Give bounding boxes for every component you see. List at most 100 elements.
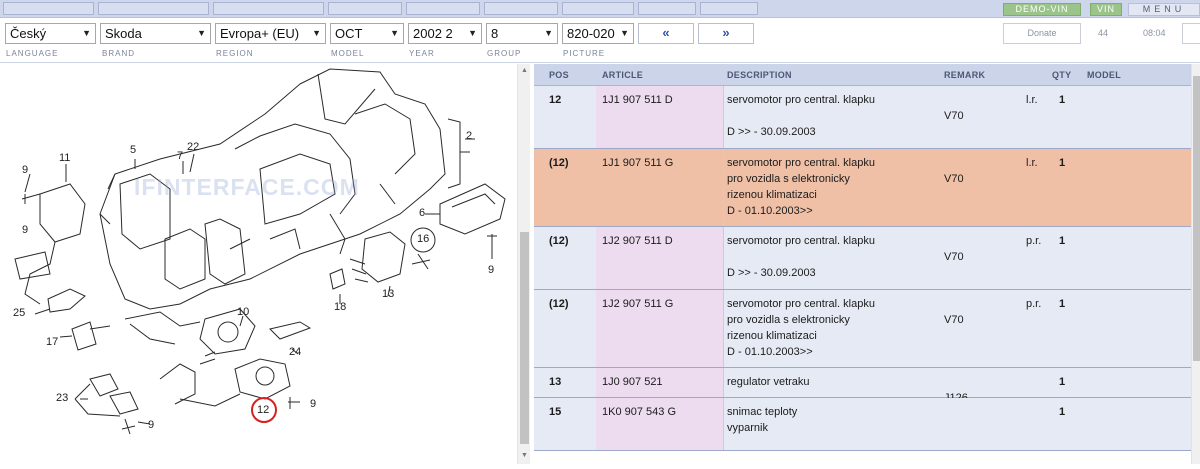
scroll-down-icon[interactable]: ▼ <box>521 452 528 459</box>
callout-9[interactable]: 9 <box>488 264 494 276</box>
vin-button[interactable]: VIN <box>1090 3 1122 16</box>
brand-caption: BRAND <box>102 49 136 58</box>
next-picture-button[interactable]: » <box>698 23 754 44</box>
diagram-scrollbar[interactable]: ▲ ▼ <box>517 64 530 464</box>
column-description[interactable]: DESCRIPTION <box>727 70 792 80</box>
description-line: pro vozidla s elektronicky <box>727 314 850 326</box>
column-divider <box>723 398 724 450</box>
callout-22[interactable]: 22 <box>187 141 199 153</box>
toolbar-tab[interactable] <box>98 2 209 15</box>
toolbar-tab[interactable] <box>3 2 94 15</box>
description-line: regulator vetraku <box>727 376 810 388</box>
callout-13[interactable]: 13 <box>382 288 394 300</box>
watermark-text: IFINTERFACE.COM <box>134 174 360 200</box>
description-line <box>727 249 875 265</box>
description-line: D - 01.10.2003>> <box>727 205 813 217</box>
side-cell: l.r. <box>1026 94 1038 106</box>
pos-cell: 13 <box>549 376 562 388</box>
pos-cell: (12) <box>549 235 569 247</box>
column-model[interactable]: MODEL <box>1087 70 1121 80</box>
column-article[interactable]: ARTICLE <box>602 70 643 80</box>
article-cell[interactable]: 1K0 907 543 G <box>602 404 676 420</box>
callout-7[interactable]: 7 <box>177 150 183 162</box>
callout-2[interactable]: 2 <box>466 130 472 142</box>
side-cell: p.r. <box>1026 298 1042 310</box>
remark-cell: V70 <box>944 173 964 185</box>
column-remark[interactable]: REMARK <box>944 70 985 80</box>
chevron-down-icon: ▼ <box>620 28 629 38</box>
picture-select[interactable]: 820-020 ▼ <box>562 23 634 44</box>
callout-9[interactable]: 9 <box>22 224 28 236</box>
group-caption: GROUP <box>487 49 522 58</box>
description-line: D >> - 30.09.2003 <box>727 267 816 279</box>
year-select[interactable]: 2002 2 ▼ <box>408 23 482 44</box>
toolbar-tab[interactable] <box>406 2 480 15</box>
article-cell[interactable]: 1J1 907 511 D <box>602 92 673 108</box>
extra-input[interactable] <box>1182 23 1200 44</box>
column-pos[interactable]: POS <box>549 70 569 80</box>
toolbar-tab[interactable] <box>484 2 558 15</box>
language-select-value: Český <box>10 26 47 41</box>
callout-17[interactable]: 17 <box>46 336 58 348</box>
callout-10[interactable]: 10 <box>237 306 249 318</box>
donate-button[interactable]: Donate <box>1003 23 1081 44</box>
toolbar-tab[interactable] <box>328 2 402 15</box>
callout-24[interactable]: 24 <box>289 346 301 358</box>
article-cell[interactable]: 1J0 907 521 <box>602 374 663 390</box>
callout-9[interactable]: 9 <box>310 398 316 410</box>
region-caption: REGION <box>216 49 254 58</box>
callout-25[interactable]: 25 <box>13 307 25 319</box>
callout-6[interactable]: 6 <box>419 207 425 219</box>
table-row[interactable]: (12) 1J1 907 511 G servomotor pro central.… <box>534 149 1191 227</box>
model-select[interactable]: OCT ▼ <box>330 23 404 44</box>
callout-9[interactable]: 9 <box>22 164 28 176</box>
chevron-down-icon: ▼ <box>468 28 477 38</box>
article-cell[interactable]: 1J2 907 511 D <box>602 233 673 249</box>
column-divider <box>723 368 724 397</box>
picture-caption: PICTURE <box>563 49 606 58</box>
table-row[interactable]: 131J0 907 521regulator vetrakuJ1261 <box>534 368 1191 404</box>
previous-picture-button[interactable]: « <box>638 23 694 44</box>
callout-23[interactable]: 23 <box>56 392 68 404</box>
article-cell[interactable]: 1J2 907 511 G <box>602 296 673 312</box>
model-select-value: OCT <box>335 26 363 41</box>
chevron-down-icon: ▼ <box>82 28 91 38</box>
callout-11[interactable]: 11 <box>59 152 70 164</box>
article-cell[interactable]: 1J1 907 511 G <box>602 155 673 171</box>
scrollbar-thumb[interactable] <box>520 232 529 444</box>
year-select-value: 2002 2 <box>413 26 453 41</box>
toolbar-tab[interactable] <box>562 2 634 15</box>
callout-12-selected[interactable]: 12 <box>257 404 269 416</box>
description-cell: servomotor pro central. klapku pro vozidl… <box>727 155 875 219</box>
parts-diagram[interactable]: IFINTERFACE.COM 2 5 7 22 11 9 6 16 9 13 … <box>0 64 517 464</box>
remark-cell: V70 <box>944 110 964 122</box>
table-scrollbar[interactable] <box>1191 64 1200 464</box>
table-row[interactable]: (12) 1J2 907 511 G servomotor pro central.… <box>534 290 1191 368</box>
qty-cell: 1 <box>1059 94 1066 106</box>
chevron-down-icon: ▼ <box>312 28 321 38</box>
column-qty[interactable]: QTY <box>1052 70 1071 80</box>
callout-18[interactable]: 18 <box>334 301 346 313</box>
toolbar-tab[interactable] <box>638 2 696 15</box>
callout-5[interactable]: 5 <box>130 144 136 156</box>
group-select[interactable]: 8 ▼ <box>486 23 558 44</box>
scroll-up-icon[interactable]: ▲ <box>521 67 528 74</box>
brand-select[interactable]: Skoda ▼ <box>100 23 211 44</box>
toolbar-tab[interactable] <box>213 2 324 15</box>
toolbar-tab[interactable] <box>700 2 758 15</box>
region-select[interactable]: Evropa+ (EU) ▼ <box>215 23 326 44</box>
top-toolbar: DEMO-VIN VIN MENU <box>0 0 1200 18</box>
table-row[interactable]: 12 1J1 907 511 D servomotor pro central. k… <box>534 86 1191 149</box>
demo-vin-button[interactable]: DEMO-VIN <box>1003 3 1081 16</box>
callout-16[interactable]: 16 <box>417 233 429 245</box>
table-row[interactable]: 15 1K0 907 543 G snimac teploty vyparnik 1 <box>534 398 1191 451</box>
description-line: servomotor pro central. klapku <box>727 157 875 169</box>
menu-button[interactable]: MENU <box>1128 3 1200 16</box>
scrollbar-thumb[interactable] <box>1193 76 1200 361</box>
description-cell: snimac teploty vyparnik <box>727 404 797 436</box>
description-line <box>727 108 875 124</box>
table-row[interactable]: (12) 1J2 907 511 D servomotor pro central.… <box>534 227 1191 290</box>
callout-9[interactable]: 9 <box>148 419 154 431</box>
model-caption: MODEL <box>331 49 365 58</box>
language-select[interactable]: Český ▼ <box>5 23 96 44</box>
